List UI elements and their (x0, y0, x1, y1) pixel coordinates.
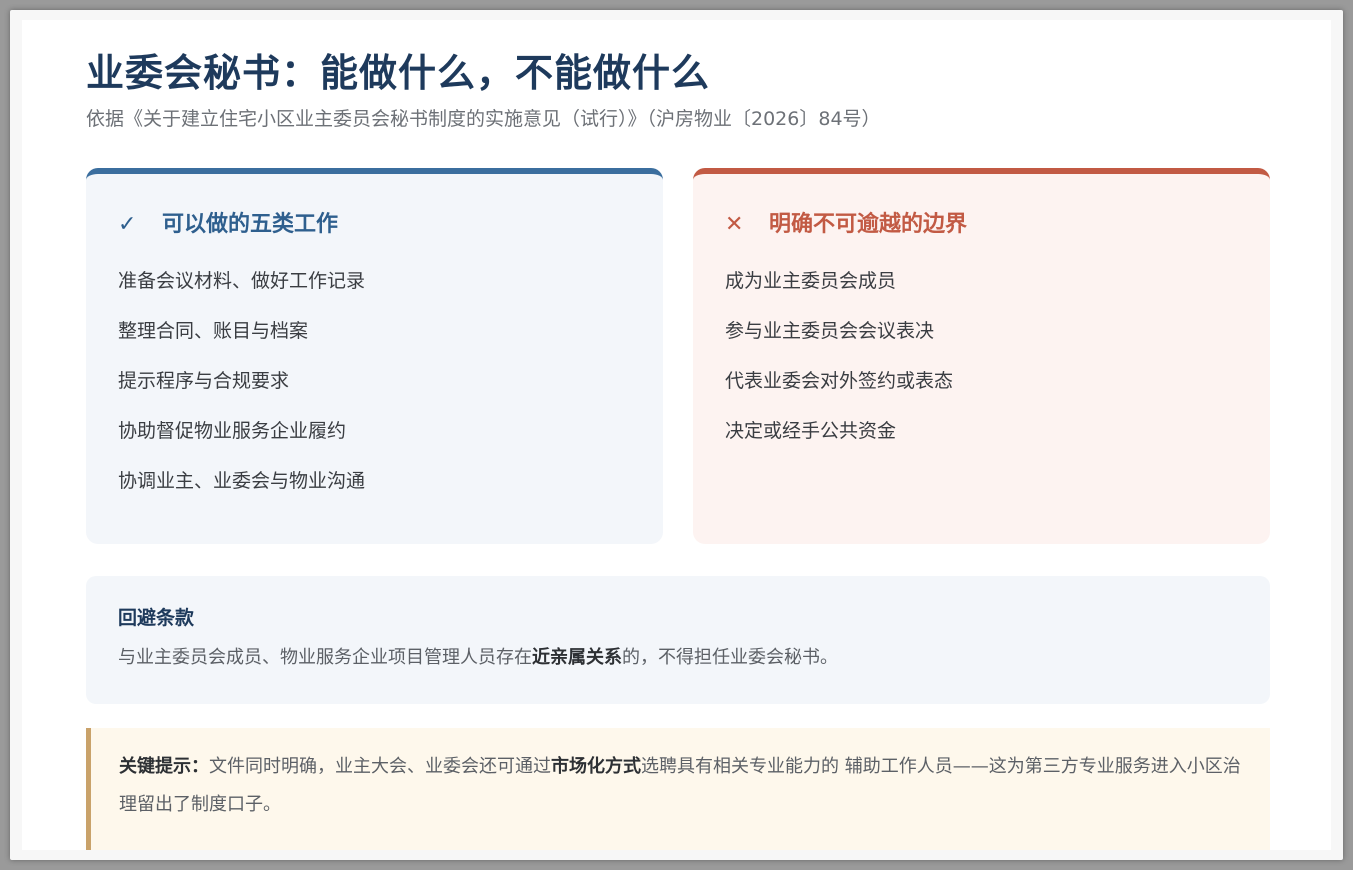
list-item: 决定或经手公共资金 (725, 420, 897, 442)
key-tip-callout: 关键提示：文件同时明确，业主大会、业委会还可通过市场化方式选聘具有相关专业能力的… (86, 728, 1270, 850)
can-do-card: ✓ 可以做的五类工作 准备会议材料、做好工作记录 整理合同、账目与档案 提示程序… (86, 168, 663, 544)
cannot-do-card: ✕ 明确不可逾越的边界 成为业主委员会成员 参与业主委员会会议表决 代表业委会对… (693, 168, 1270, 544)
list-item: 协调业主、业委会与物业沟通 (118, 470, 366, 492)
key-tip-text-emphasis: 市场化方式 (551, 756, 641, 777)
avoidance-clause-panel: 回避条款 与业主委员会成员、物业服务企业项目管理人员存在近亲属关系的，不得担任业… (86, 576, 1270, 704)
page-subtitle: 依据《关于建立住宅小区业主委员会秘书制度的实施意见（试行）》（沪房物业〔2026… (86, 108, 881, 130)
list-item: 协助督促物业服务企业履约 (118, 420, 347, 442)
list-item: 参与业主委员会会议表决 (725, 320, 935, 342)
avoidance-clause-title: 回避条款 (118, 607, 195, 629)
can-do-heading: 可以做的五类工作 (162, 212, 339, 237)
window-frame: 业委会秘书：能做什么，不能做什么 依据《关于建立住宅小区业主委员会秘书制度的实施… (10, 10, 1343, 860)
page-title: 业委会秘书：能做什么，不能做什么 (86, 51, 711, 95)
list-item: 整理合同、账目与档案 (118, 320, 309, 342)
cannot-do-header: ✕ 明确不可逾越的边界 (725, 210, 967, 240)
avoidance-text-after: 的，不得担任业委会秘书。 (622, 647, 838, 668)
key-tip-text-before: 文件同时明确，业主大会、业委会还可通过 (209, 756, 551, 777)
cannot-do-heading: 明确不可逾越的边界 (769, 212, 968, 237)
avoidance-clause-text: 与业主委员会成员、物业服务企业项目管理人员存在近亲属关系的，不得担任业委会秘书。 (118, 644, 1238, 672)
cross-icon: ✕ (725, 212, 744, 237)
list-item: 提示程序与合规要求 (118, 370, 290, 392)
avoidance-text-before: 与业主委员会成员、物业服务企业项目管理人员存在 (118, 647, 532, 668)
cannot-do-list: 成为业主委员会成员 参与业主委员会会议表决 代表业委会对外签约或表态 决定或经手… (725, 266, 953, 466)
can-do-list: 准备会议材料、做好工作记录 整理合同、账目与档案 提示程序与合规要求 协助督促物… (118, 266, 365, 516)
list-item: 准备会议材料、做好工作记录 (118, 270, 366, 292)
can-do-header: ✓ 可以做的五类工作 (118, 210, 338, 240)
list-item: 成为业主委员会成员 (725, 270, 897, 292)
document-page: 业委会秘书：能做什么，不能做什么 依据《关于建立住宅小区业主委员会秘书制度的实施… (22, 20, 1331, 850)
avoidance-text-emphasis: 近亲属关系 (532, 647, 622, 668)
check-icon: ✓ (118, 212, 137, 237)
list-item: 代表业委会对外签约或表态 (725, 370, 954, 392)
key-tip-label: 关键提示： (119, 756, 209, 777)
